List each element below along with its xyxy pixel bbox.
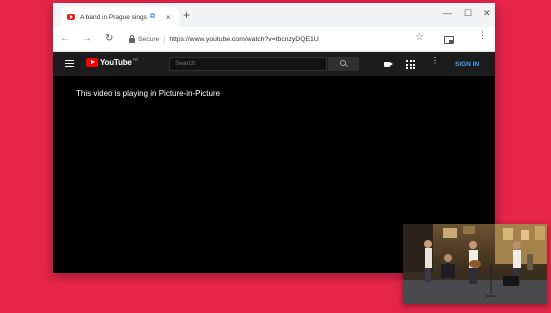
hamburger-menu-icon[interactable]: [65, 60, 74, 69]
youtube-play-icon: [86, 58, 98, 67]
sign-in-button[interactable]: SIGN IN: [455, 61, 479, 68]
forward-icon[interactable]: →: [82, 33, 92, 45]
apps-grid-icon[interactable]: [406, 60, 415, 69]
search-icon: [340, 60, 346, 66]
pip-indicator-icon: ⧉: [150, 13, 155, 20]
tab-active[interactable]: A band in Prague sings th ⧉ ×: [61, 7, 179, 27]
close-window-icon[interactable]: ✕: [483, 8, 491, 18]
street-band-video-frame: [403, 224, 547, 304]
youtube-logo-text: YouTube: [100, 58, 132, 67]
maximize-icon[interactable]: ☐: [464, 8, 472, 18]
browser-menu-icon[interactable]: ⋮: [478, 31, 487, 40]
youtube-logo[interactable]: YouTube TR: [86, 57, 138, 67]
omnibox-separator: |: [163, 35, 166, 43]
youtube-favicon-icon: [67, 14, 75, 20]
picture-in-picture-icon[interactable]: [444, 36, 454, 44]
secure-label: Secure: [138, 35, 160, 43]
region-code: TR: [132, 57, 138, 62]
address-bar[interactable]: Secure | https://www.youtube.com/watch?v…: [129, 31, 429, 47]
tab-close-icon[interactable]: ×: [166, 13, 171, 22]
browser-toolbar: ← → ↻ Secure | https://www.youtube.com/w…: [53, 27, 495, 52]
new-tab-button[interactable]: +: [183, 9, 190, 21]
lock-icon: [129, 34, 135, 43]
create-video-icon[interactable]: [384, 62, 393, 67]
reload-icon[interactable]: ↻: [105, 33, 113, 45]
url-text[interactable]: https://www.youtube.com/watch?v=tbcnzyDQ…: [169, 36, 318, 43]
youtube-header: YouTube TR Search ⋮ SIGN IN: [53, 52, 495, 76]
minimize-icon[interactable]: —: [443, 8, 452, 18]
bookmark-star-icon[interactable]: ☆: [415, 32, 424, 43]
pip-status-message: This video is playing in Picture-in-Pict…: [76, 89, 221, 98]
search-button[interactable]: [328, 57, 359, 71]
back-icon[interactable]: ←: [60, 33, 70, 45]
tab-strip: A band in Prague sings th ⧉ × + — ☐ ✕: [53, 3, 495, 27]
tab-title: A band in Prague sings th: [80, 13, 148, 21]
search-input[interactable]: Search: [169, 57, 327, 71]
settings-dots-icon[interactable]: ⋮: [431, 57, 439, 65]
picture-in-picture-video[interactable]: [403, 224, 547, 304]
